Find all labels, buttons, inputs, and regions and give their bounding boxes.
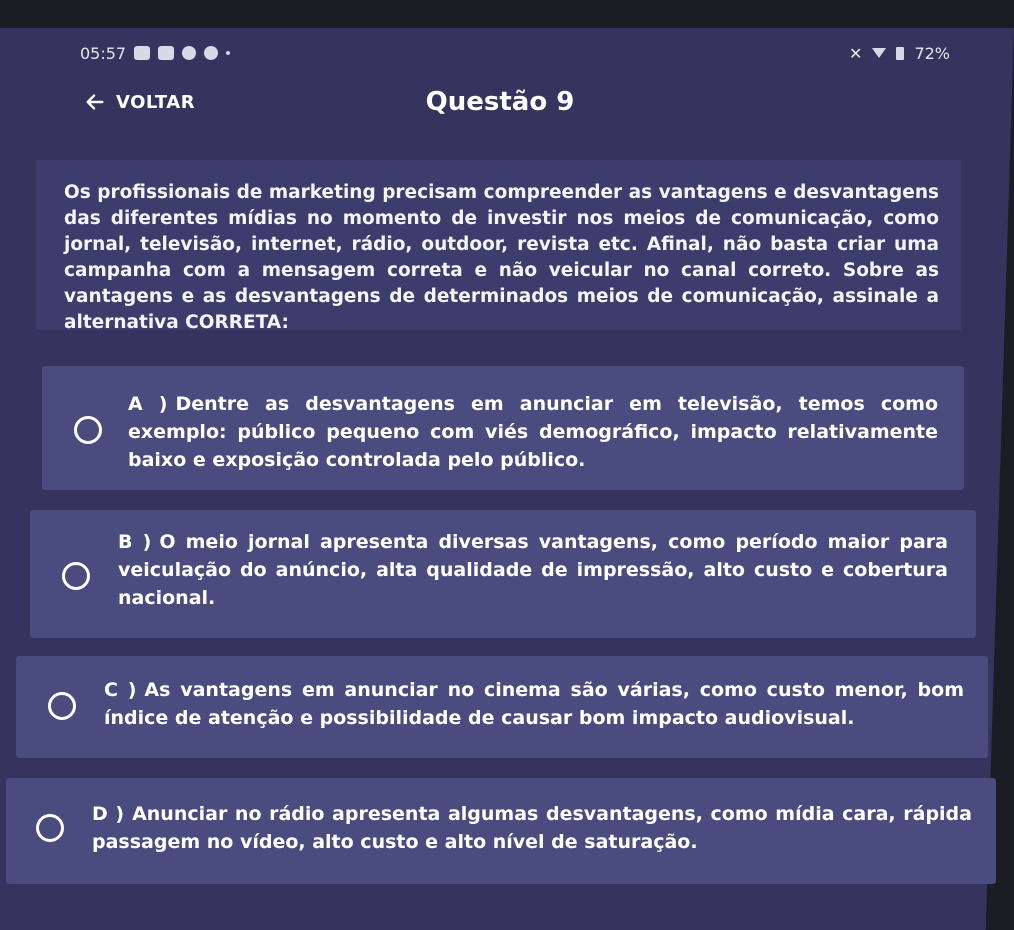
option-letter: D ) (92, 803, 125, 825)
option-letter: A ) (128, 393, 168, 415)
notification-icon (182, 46, 197, 60)
status-bar: 05:57 ✕ 72% (80, 38, 950, 68)
question-prompt: Os profissionais de marketing precisam c… (36, 160, 961, 333)
option-label: As vantagens em anunciar no cinema são v… (104, 679, 964, 729)
radio-button-icon[interactable] (48, 692, 76, 720)
radio-button-icon[interactable] (74, 416, 102, 444)
status-time: 05:57 (80, 43, 127, 63)
status-right: ✕ 72% (849, 44, 950, 63)
option-letter: C ) (104, 679, 137, 701)
option-text: B ) O meio jornal apresenta diversas vant… (118, 528, 948, 612)
notification-icon (204, 46, 219, 60)
option-letter: B ) (118, 531, 152, 553)
option-label: Dentre as desvantagens em anunciar em te… (128, 393, 938, 471)
radio-button-icon[interactable] (62, 562, 90, 590)
option-d[interactable]: D ) Anunciar no rádio apresenta algumas d… (6, 778, 996, 884)
radio-button-icon[interactable] (36, 814, 64, 842)
status-left: 05:57 (80, 43, 231, 63)
page-title: Questão 9 (425, 87, 575, 117)
top-bar: VOLTAR Questão 9 (70, 85, 930, 125)
option-c[interactable]: C ) As vantagens em anunciar no cinema sã… (16, 656, 988, 758)
option-label: O meio jornal apresenta diversas vantage… (118, 531, 948, 609)
option-text: C ) As vantagens em anunciar no cinema sã… (104, 676, 964, 732)
option-label: Anunciar no rádio apresenta algumas desv… (92, 803, 972, 853)
option-a[interactable]: A ) Dentre as desvantagens em anunciar em… (42, 366, 964, 490)
alarm-icon: ✕ (849, 43, 863, 63)
wifi-icon (872, 48, 887, 58)
more-notifications-icon (226, 51, 231, 55)
option-b[interactable]: B ) O meio jornal apresenta diversas vant… (30, 510, 976, 638)
option-text: D ) Anunciar no rádio apresenta algumas d… (92, 800, 972, 856)
battery-level: 72% (914, 43, 950, 63)
battery-icon (896, 46, 905, 60)
notification-icon (158, 46, 175, 60)
option-text: A ) Dentre as desvantagens em anunciar em… (128, 390, 938, 474)
notification-icon (134, 46, 151, 60)
